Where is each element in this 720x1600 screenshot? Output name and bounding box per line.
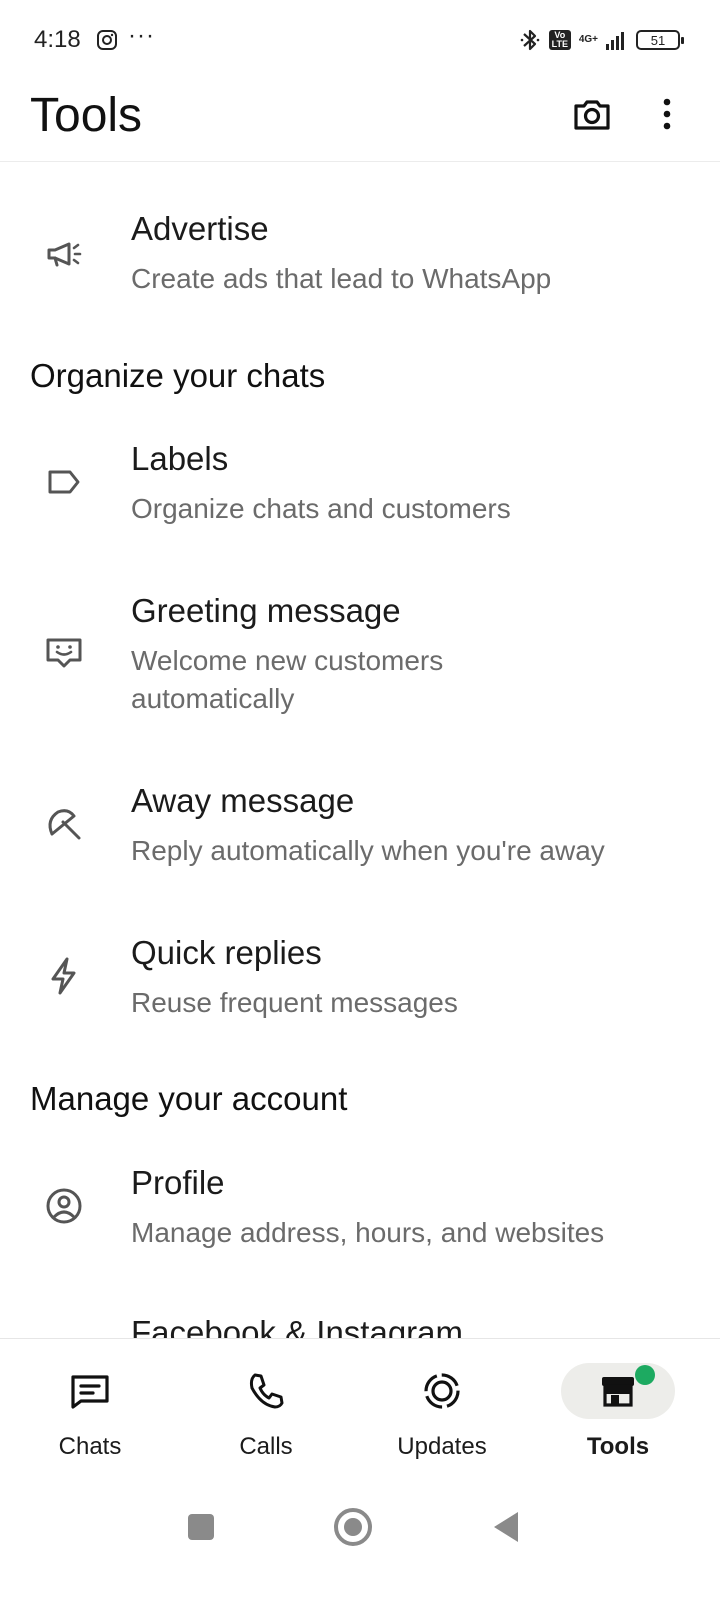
away-message-item[interactable]: Away message Reply automatically when yo… [0, 772, 720, 892]
tab-updates[interactable]: Updates [352, 1339, 532, 1479]
tab-chats[interactable]: Chats [0, 1339, 180, 1479]
status-bar: 4:18 ··· Vo LTE 4G+ 51 [0, 0, 720, 80]
item-subtitle: Create ads that lead to WhatsApp [131, 263, 552, 294]
tab-calls[interactable]: Calls [176, 1339, 356, 1479]
tab-label: Chats [58, 1433, 122, 1460]
back-button[interactable] [494, 1512, 518, 1542]
system-navigation-bar [0, 1478, 720, 1600]
label-icon [48, 470, 80, 494]
status-time: 4:18 [34, 26, 81, 53]
tab-updates-icon-container [385, 1363, 499, 1419]
greeting-icon [46, 638, 82, 668]
megaphone-icon [47, 242, 82, 267]
profile-item[interactable]: Profile Manage address, hours, and websi… [0, 1154, 720, 1274]
volte-badge: Vo LTE [548, 30, 571, 50]
tab-calls-icon-container [209, 1363, 323, 1419]
page-title: Tools [30, 89, 143, 142]
bluetooth-icon [520, 29, 540, 51]
tab-label: Updates [397, 1433, 487, 1460]
labels-item[interactable]: Labels Organize chats and customers [0, 430, 720, 550]
item-title: Away message [131, 782, 355, 819]
greeting-message-item[interactable]: Greeting message Welcome new customers a… [0, 582, 720, 732]
recents-button[interactable] [188, 1514, 214, 1540]
camera-icon[interactable] [572, 94, 612, 134]
tab-label: Tools [586, 1433, 650, 1460]
facebook-instagram-item[interactable]: Facebook & Instagram [0, 1304, 720, 1338]
item-subtitle: Reuse frequent messages [131, 987, 458, 1018]
phone-icon [249, 1373, 284, 1409]
item-title: Quick replies [131, 934, 322, 971]
item-title: Facebook & Instagram [131, 1314, 463, 1338]
more-options-icon[interactable] [655, 94, 679, 134]
store-icon [602, 1377, 634, 1407]
section-header-manage: Manage your account [30, 1080, 348, 1117]
item-title: Advertise [131, 210, 269, 247]
lightning-icon [51, 957, 76, 995]
status-indicators: Vo LTE 4G+ 51 [519, 26, 684, 54]
status-more-dots: ··· [128, 22, 155, 49]
tab-label: Calls [239, 1433, 293, 1460]
item-title: Labels [131, 440, 229, 477]
network-type: 4G+ [578, 34, 598, 45]
bottom-navigation: Chats Calls Updates Tools [0, 1338, 720, 1478]
quick-replies-item[interactable]: Quick replies Reuse frequent messages [0, 924, 720, 1044]
battery-icon: 51 [636, 30, 684, 50]
home-button[interactable] [334, 1508, 372, 1546]
tab-tools[interactable]: Tools [528, 1339, 708, 1479]
chats-icon [71, 1375, 109, 1409]
advertise-item[interactable]: Advertise Create ads that lead to WhatsA… [0, 200, 720, 320]
updates-icon [424, 1373, 460, 1409]
tab-chats-icon-container [33, 1363, 147, 1419]
tools-list: Advertise Create ads that lead to WhatsA… [0, 162, 720, 1338]
battery-level: 51 [650, 32, 666, 48]
notification-badge [635, 1365, 655, 1385]
away-icon [48, 809, 81, 840]
instagram-icon [97, 30, 117, 50]
section-header-organize: Organize your chats [30, 357, 326, 394]
item-title: Profile [131, 1164, 225, 1201]
item-subtitle: Welcome new customers automatically [131, 645, 444, 714]
item-title: Greeting message [131, 592, 401, 629]
item-subtitle: Organize chats and customers [131, 493, 511, 524]
profile-icon [46, 1188, 82, 1224]
signal-icon [606, 32, 624, 50]
app-bar: Tools [0, 80, 720, 162]
item-subtitle: Reply automatically when you're away [131, 835, 605, 866]
tab-tools-icon-container [561, 1363, 675, 1419]
item-subtitle: Manage address, hours, and websites [131, 1217, 605, 1248]
